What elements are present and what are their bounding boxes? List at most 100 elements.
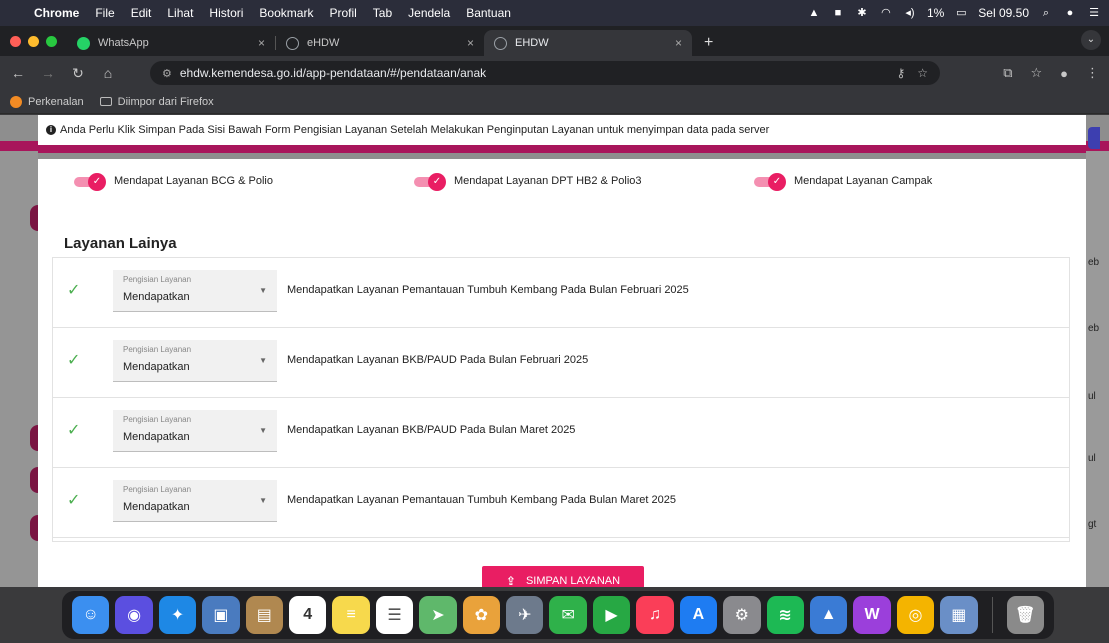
menu-file[interactable]: File [95,6,114,20]
extensions-puzzle-icon[interactable]: ⧉ [1003,65,1012,81]
dock-preview2-icon[interactable]: ▲ [809,596,848,634]
close-window-icon[interactable] [10,36,21,47]
menu-app-chrome[interactable]: Chrome [34,6,79,20]
dock-image-viewer-icon[interactable]: ▦ [940,596,978,634]
address-bar[interactable]: ⚙ ehdw.kemendesa.go.id/app-pendataan/#/p… [150,61,940,85]
dock-chrome-icon[interactable]: ◎ [896,596,935,634]
dock-notes-icon[interactable]: ≡ [332,596,370,634]
bookmarks-star-icon[interactable]: ☆ [1030,65,1042,81]
forward-arrow-icon[interactable]: → [36,65,60,81]
toggle-bcg-polio[interactable]: ✓ Mendapat Layanan BCG & Polio [74,173,273,191]
background-text-fragment: eb [1088,257,1100,268]
chevron-down-icon[interactable]: ⌄ [1081,30,1101,50]
wifi-icon[interactable]: ◠ [879,7,893,19]
dock-trash-icon[interactable]: 🗑 [1006,596,1044,634]
check-icon: ✓ [67,492,81,509]
spotlight-search-icon[interactable]: ⌕ [1039,7,1053,19]
menu-history[interactable]: Histori [209,6,243,20]
menu-tab[interactable]: Tab [373,6,392,20]
tab-close-icon[interactable]: × [258,36,265,50]
menu-bookmark[interactable]: Bookmark [259,6,313,20]
dock-music-icon[interactable]: ♫ [636,596,674,634]
list-item: ✓ Pengisian Layanan Mendapatkan ▼ Mendap… [53,398,1069,468]
tab-whatsapp[interactable]: WhatsApp × [67,30,275,56]
toggle-switch[interactable]: ✓ [754,173,786,191]
background-text-fragment: ul [1088,391,1096,402]
menu-window[interactable]: Jendela [408,6,450,20]
service-status-select[interactable]: Pengisian Layanan Mendapatkan ▼ [113,410,277,452]
dock-launchpad-icon[interactable]: ✈ [506,596,544,634]
service-description: Mendapatkan Layanan Pemantauan Tumbuh Ke… [287,284,689,296]
cloud-sync-icon[interactable]: ▲ [807,7,821,19]
menu-edit[interactable]: Edit [131,6,152,20]
select-label: Pengisian Layanan [123,485,192,494]
menu-profile[interactable]: Profil [329,6,356,20]
save-service-button[interactable]: ⇪ SIMPAN LAYANAN [482,566,644,587]
url-text[interactable]: ehdw.kemendesa.go.id/app-pendataan/#/pen… [180,66,885,80]
background-text-fragment: gt [1088,519,1097,530]
dock-reminders-icon[interactable]: ☰ [375,596,414,634]
chevron-down-icon[interactable]: ▼ [259,426,267,435]
toggle-switch[interactable]: ✓ [74,173,106,191]
section-title: Layanan Lainya [64,235,177,252]
back-arrow-icon[interactable]: ← [6,65,30,81]
new-tab-button[interactable]: + [692,34,725,56]
dock-finder-icon[interactable]: ☺ [72,596,110,634]
menu-view[interactable]: Lihat [167,6,193,20]
tab-title: WhatsApp [98,37,149,49]
tab-ehdw-active[interactable]: EHDW × [484,30,692,56]
profile-avatar-icon[interactable]: ● [1060,66,1068,81]
app-status-icon[interactable]: ■ [831,7,845,19]
bluetooth-icon[interactable]: ✱ [855,7,869,19]
siri-icon[interactable]: ● [1063,7,1077,19]
dock-preview-icon[interactable]: ▣ [202,596,240,634]
toggle-campak[interactable]: ✓ Mendapat Layanan Campak [754,173,932,191]
dock-messages-icon[interactable]: ✉ [549,596,587,634]
toggle-row: ✓ Mendapat Layanan BCG & Polio ✓ Mendapa… [38,173,1086,197]
chevron-down-icon[interactable]: ▼ [259,356,267,365]
dock-photos-icon[interactable]: ✿ [462,596,501,634]
kebab-menu-icon[interactable]: ⋮ [1086,65,1099,81]
dock-app-store-icon[interactable]: A [679,596,718,634]
dock-calendar-icon[interactable]: 4 [289,596,327,634]
dock-system-settings-icon[interactable]: ⚙ [723,596,761,634]
battery-icon[interactable]: ▭ [954,7,968,19]
bookmark-folder-firefox[interactable]: Diimpor dari Firefox [99,96,214,108]
menubar-status-area: ▲ ■ ✱ ◠ ◂) 1% ▭ Sel 09.50 ⌕ ● ☰ [807,0,1101,26]
menubar-clock[interactable]: Sel 09.50 [978,6,1029,20]
fullscreen-window-icon[interactable] [46,36,57,47]
tab-close-icon[interactable]: × [675,36,682,50]
chevron-down-icon[interactable]: ▼ [259,286,267,295]
password-key-icon[interactable]: ⚷ [896,66,905,80]
toggle-switch[interactable]: ✓ [414,173,446,191]
dock-contacts-icon[interactable]: ▤ [245,596,284,634]
dock-spotify-icon[interactable]: ≋ [766,596,804,634]
bookmark-star-icon[interactable]: ☆ [917,66,928,80]
list-item: ✓ Pengisian Layanan Mendapatkan ▼ Mendap… [53,468,1069,538]
service-description: Mendapatkan Layanan BKB/PAUD Pada Bulan … [287,424,576,436]
service-status-select[interactable]: Pengisian Layanan Mendapatkan ▼ [113,270,277,312]
dock-safari-icon[interactable]: ✦ [158,596,197,634]
window-controls [0,36,67,56]
menu-help[interactable]: Bantuan [466,6,511,20]
dock-facetime-icon[interactable]: ▶ [592,596,631,634]
bookmark-label: Perkenalan [28,95,84,108]
dock-siri-icon[interactable]: ◉ [115,596,153,634]
tab-close-icon[interactable]: × [467,36,474,50]
volume-icon[interactable]: ◂) [903,7,917,19]
site-info-icon[interactable]: ⚙ [162,67,172,80]
list-item: ✓ Pengisian Layanan Mendapatkan ▼ Mendap… [53,258,1069,328]
service-status-select[interactable]: Pengisian Layanan Mendapatkan ▼ [113,340,277,382]
reload-icon[interactable]: ↻ [66,65,90,82]
dock-wps-icon[interactable]: W [853,596,891,634]
home-icon[interactable]: ⌂ [96,65,120,81]
minimize-window-icon[interactable] [28,36,39,47]
service-status-select[interactable]: Pengisian Layanan Mendapatkan ▼ [113,480,277,522]
control-center-icon[interactable]: ☰ [1087,7,1101,19]
tab-ehdw[interactable]: eHDW × [276,30,484,56]
service-list[interactable]: ✓ Pengisian Layanan Mendapatkan ▼ Mendap… [52,257,1070,542]
dock-maps-icon[interactable]: ➤ [419,596,457,634]
toggle-dpt-hb2-polio3[interactable]: ✓ Mendapat Layanan DPT HB2 & Polio3 [414,173,642,191]
chevron-down-icon[interactable]: ▼ [259,496,267,505]
bookmark-perkenalan[interactable]: Perkenalan [10,95,84,108]
